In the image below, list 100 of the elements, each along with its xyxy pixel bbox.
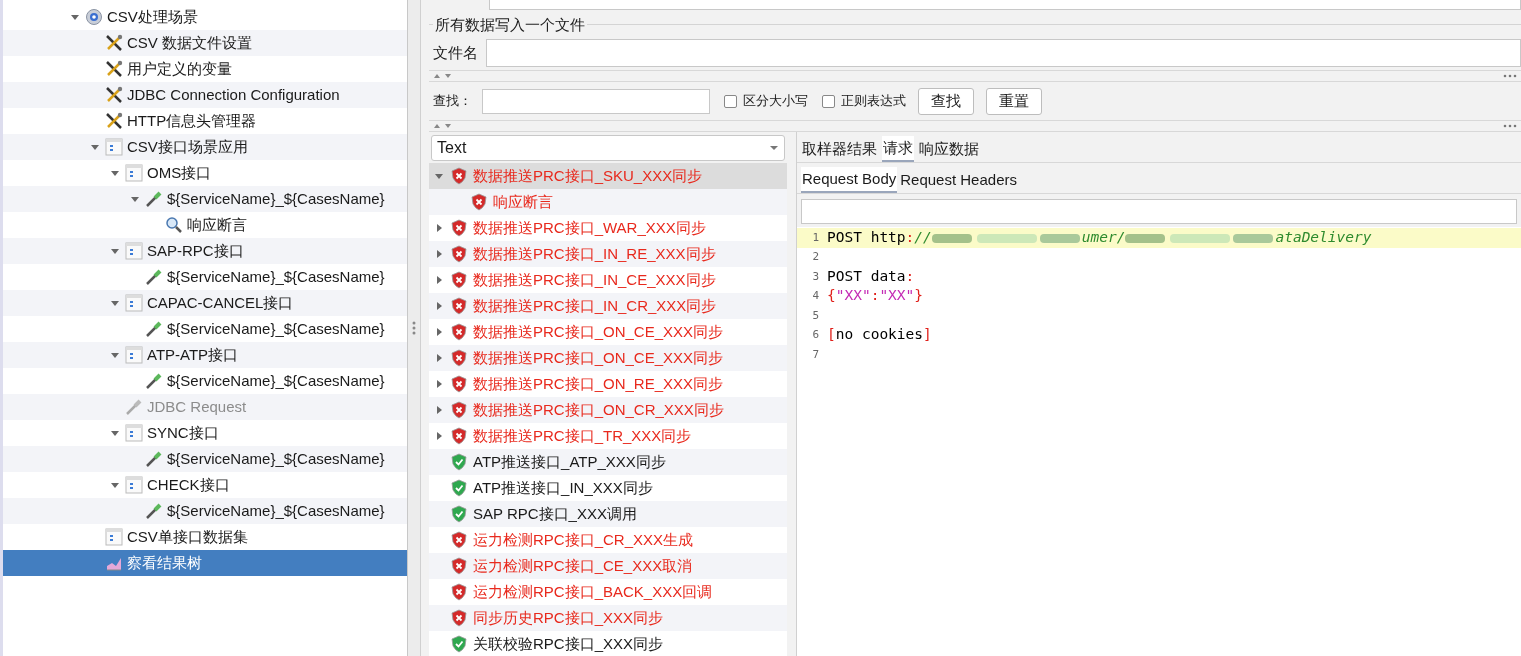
search-button[interactable]: 查找 [918, 87, 974, 115]
code-text: : [905, 266, 915, 286]
tree-item[interactable]: CAPAC-CANCEL接口 [3, 290, 407, 316]
result-item[interactable]: 响应断言 [429, 189, 787, 215]
expand-arrow-icon[interactable] [434, 249, 444, 259]
expand-arrow-icon[interactable] [434, 405, 444, 415]
error-shield-icon [451, 167, 467, 185]
error-shield-icon [451, 531, 467, 549]
tree-item[interactable]: CSV 数据文件设置 [3, 30, 407, 56]
collapse-arrow-icon[interactable] [130, 194, 140, 204]
body-search-field[interactable] [801, 199, 1517, 224]
expand-arrow-icon[interactable] [434, 223, 444, 233]
tree-item[interactable]: SAP-RPC接口 [3, 238, 407, 264]
result-item[interactable]: SAP RPC接口_XXX调用 [429, 501, 787, 527]
line-number: 5 [811, 307, 820, 324]
cut-off-field[interactable] [489, 0, 1521, 10]
error-shield-icon [451, 219, 467, 237]
splitter-grip-icon[interactable] [412, 321, 416, 335]
check-shield-icon [451, 635, 467, 653]
result-tab[interactable]: 请求 [882, 136, 914, 162]
tools-icon [105, 60, 123, 78]
code-text: POST http [827, 227, 906, 247]
line-number: 4 [811, 288, 820, 304]
result-item[interactable]: 数据推送PRC接口_IN_RE_XXX同步 [429, 241, 787, 267]
gear-icon [85, 8, 103, 26]
code-text: : [870, 286, 880, 306]
renderer-dropdown[interactable]: Text [431, 135, 785, 161]
controller-icon [125, 294, 143, 312]
collapse-arrow-icon[interactable] [110, 168, 120, 178]
line-number: 6 [811, 327, 820, 343]
result-item[interactable]: 数据推送PRC接口_IN_CR_XXX同步 [429, 293, 787, 319]
line-number: 2 [811, 249, 820, 265]
error-shield-icon [451, 375, 467, 393]
tree-item[interactable]: JDBC Connection Configuration [3, 82, 407, 108]
code-text: no cookies [835, 325, 924, 345]
tools-icon [105, 34, 123, 52]
pipette-icon [145, 372, 163, 390]
search-button[interactable]: 重置 [986, 87, 1042, 115]
expand-arrow-icon[interactable] [434, 379, 444, 389]
collapse-arrow-icon[interactable] [110, 350, 120, 360]
split-arrows-icon[interactable] [433, 123, 453, 129]
code-text: "XX" [835, 286, 871, 306]
controller-icon [125, 476, 143, 494]
pipette-icon [145, 450, 163, 468]
controller-icon [125, 242, 143, 260]
result-tab[interactable]: 取样器结果 [801, 136, 878, 162]
expand-arrow-icon[interactable] [434, 301, 444, 311]
code-text: // [914, 227, 932, 247]
search-label: 查找： [432, 92, 472, 111]
controller-icon [105, 528, 123, 546]
magnifier-icon [165, 216, 183, 234]
code-text: POST data [827, 266, 906, 286]
request-tab[interactable]: Request Body [801, 167, 898, 193]
expand-arrow-icon[interactable] [434, 431, 444, 441]
error-shield-icon [451, 245, 467, 263]
code-text: ] [923, 325, 932, 345]
error-shield-icon [451, 297, 467, 315]
checkbox-label: 正则表达式 [841, 92, 906, 111]
tree-item[interactable]: ${ServiceName}_${CasesName} [3, 186, 407, 212]
code-text: : [905, 227, 915, 247]
collapse-arrow-icon[interactable] [110, 428, 120, 438]
code-text: { [827, 286, 836, 306]
pipette-icon [125, 398, 143, 416]
collapse-arrow-icon[interactable] [110, 298, 120, 308]
tree-item[interactable]: 察看结果树 [3, 550, 407, 576]
checkbox-label: 区分大小写 [743, 92, 808, 111]
collapse-arrow-icon[interactable] [110, 480, 120, 490]
checkbox[interactable] [822, 94, 835, 108]
pipette-icon [145, 502, 163, 520]
tree-item[interactable]: ATP-ATP接口 [3, 342, 407, 368]
expand-arrow-icon[interactable] [434, 327, 444, 337]
result-item[interactable]: 数据推送PRC接口_ON_CR_XXX同步 [429, 397, 787, 423]
result-item[interactable]: ATP推送接口_ATP_XXX同步 [429, 449, 787, 475]
expand-arrow-icon[interactable] [434, 275, 444, 285]
error-shield-icon [471, 193, 487, 211]
result-item[interactable]: 运力检测RPC接口_CE_XXX取消 [429, 553, 787, 579]
code-text: } [914, 286, 924, 306]
result-item[interactable]: 数据推送PRC接口_ON_CE_XXX同步 [429, 345, 787, 371]
more-icon[interactable] [1503, 74, 1517, 78]
expand-arrow-icon[interactable] [434, 353, 444, 363]
search-field[interactable] [482, 88, 710, 114]
line-number: 7 [811, 346, 820, 363]
collapse-arrow-icon[interactable] [110, 246, 120, 256]
checkbox[interactable] [724, 94, 737, 108]
collapse-arrow-icon[interactable] [434, 171, 444, 181]
collapse-arrow-icon[interactable] [90, 142, 100, 152]
dropdown-arrow-icon [769, 145, 779, 151]
request-tab[interactable]: Request Headers [899, 167, 1018, 193]
result-item[interactable]: 同步历史RPC接口_XXX同步 [429, 605, 787, 631]
controller-icon [125, 424, 143, 442]
more-icon[interactable] [1503, 124, 1517, 128]
tools-icon [105, 86, 123, 104]
tree-item[interactable]: CSV接口场景应用 [3, 134, 407, 160]
split-arrows-icon[interactable] [433, 73, 453, 79]
error-shield-icon [451, 583, 467, 601]
tree-item[interactable]: ${ServiceName}_${CasesName} [3, 446, 407, 472]
tree-item[interactable]: ${ServiceName}_${CasesName} [3, 498, 407, 524]
collapse-arrow-icon[interactable] [70, 12, 80, 22]
result-tab[interactable]: 响应数据 [918, 136, 980, 162]
filename-field[interactable] [486, 39, 1521, 67]
